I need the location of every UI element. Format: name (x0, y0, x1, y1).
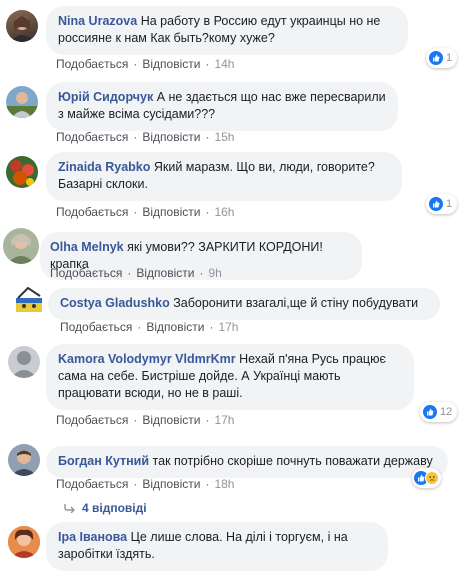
reply-button[interactable]: Відповісти (142, 205, 200, 219)
comment: Kamora Volodymyr VldmrKmr Нехай п'яна Ру… (0, 340, 460, 436)
avatar[interactable] (6, 86, 38, 118)
reply-button[interactable]: Відповісти (142, 413, 200, 427)
comment-actions: Подобається · Відповісти · 17h (56, 413, 235, 427)
comment-actions: Подобається · Відповісти · 16h (56, 205, 235, 219)
like-button[interactable]: Подобається (56, 205, 128, 219)
comment: Юрій Сидорчук А не здається що нас вже п… (0, 78, 460, 148)
reaction-badge[interactable]: 1 (426, 194, 458, 214)
commenter-name[interactable]: Nina Urazova (58, 14, 137, 28)
replies-count-label[interactable]: 4 відповіді (82, 501, 147, 515)
reply-button[interactable]: Відповісти (136, 266, 194, 280)
avatar[interactable] (6, 156, 38, 188)
commenter-name[interactable]: Costya Gladushko (60, 296, 170, 310)
like-icon (429, 197, 443, 211)
like-button[interactable]: Подобається (56, 57, 128, 71)
reaction-count: 12 (440, 406, 453, 418)
timestamp[interactable]: 18h (214, 477, 234, 491)
avatar[interactable] (14, 286, 44, 316)
like-icon (423, 405, 437, 419)
timestamp[interactable]: 17h (218, 320, 238, 334)
timestamp[interactable]: 17h (214, 413, 234, 427)
comment-actions: Подобається · Відповісти · 9h (50, 266, 222, 280)
comment: Zinaida Ryabko Який маразм. Що ви, люди,… (0, 148, 460, 220)
timestamp[interactable]: 16h (214, 205, 234, 219)
comment-text: Заборонити взагалі,ще й стіну побудувати (173, 296, 419, 310)
comment-actions: Подобається · Відповісти · 17h (60, 320, 239, 334)
reply-button[interactable]: Відповісти (142, 477, 200, 491)
timestamp[interactable]: 14h (214, 57, 234, 71)
commenter-name[interactable]: Богдан Кутний (58, 454, 149, 468)
reaction-count: 1 (446, 52, 453, 64)
comment-bubble: Богдан Кутний так потрібно скоріше почну… (46, 446, 448, 478)
like-button[interactable]: Подобається (56, 130, 128, 144)
reply-arrow-icon (64, 504, 75, 514)
comment-actions: Подобається · Відповісти · 15h (56, 130, 235, 144)
comment-text: так потрібно скоріше почнуть поважати де… (152, 454, 433, 468)
reaction-count: 1 (446, 198, 453, 210)
commenter-name[interactable]: Zinaida Ryabko (58, 160, 150, 174)
avatar[interactable] (8, 444, 40, 476)
comment: Olha Melnyk які умови?? ЗАРКИТИ КОРДОНИ!… (0, 222, 460, 280)
comment: Богдан Кутний так потрібно скоріше почну… (0, 440, 460, 515)
avatar[interactable] (6, 10, 38, 42)
timestamp[interactable]: 15h (214, 130, 234, 144)
sad-reaction-icon (425, 471, 439, 485)
comment-bubble: Nina Urazova На работу в Россию едут укр… (46, 6, 408, 55)
avatar[interactable] (8, 526, 40, 558)
avatar[interactable] (3, 228, 39, 264)
like-button[interactable]: Подобається (50, 266, 122, 280)
comment: Іра Іванова Це лише слова. На ділі і тор… (0, 516, 460, 571)
commenter-name[interactable]: Юрій Сидорчук (58, 90, 153, 104)
comment-bubble: Юрій Сидорчук А не здається що нас вже п… (46, 82, 398, 131)
reaction-badge[interactable] (412, 468, 441, 488)
reply-button[interactable]: Відповісти (142, 130, 200, 144)
commenter-name[interactable]: Olha Melnyk (50, 240, 124, 254)
reply-button[interactable]: Відповісти (146, 320, 204, 334)
timestamp[interactable]: 9h (208, 266, 221, 280)
like-icon (429, 51, 443, 65)
comment-actions: Подобається · Відповісти · 14h (56, 57, 235, 71)
view-replies-link[interactable]: 4 відповіді (64, 501, 147, 515)
like-button[interactable]: Подобається (56, 413, 128, 427)
commenter-name[interactable]: Kamora Volodymyr VldmrKmr (58, 352, 236, 366)
avatar[interactable] (8, 346, 40, 378)
comment-bubble: Costya Gladushko Заборонити взагалі,ще й… (48, 288, 440, 320)
comment-bubble: Kamora Volodymyr VldmrKmr Нехай п'яна Ру… (46, 344, 414, 410)
commenter-name[interactable]: Іра Іванова (58, 530, 127, 544)
reaction-badge[interactable]: 1 (426, 48, 458, 68)
comment-bubble: Іра Іванова Це лише слова. На ділі і тор… (46, 522, 388, 571)
reaction-badge[interactable]: 12 (420, 402, 458, 422)
like-button[interactable]: Подобається (56, 477, 128, 491)
like-button[interactable]: Подобається (60, 320, 132, 334)
comment: Costya Gladushko Заборонити взагалі,ще й… (0, 280, 460, 338)
reply-button[interactable]: Відповісти (142, 57, 200, 71)
comment: Nina Urazova На работу в Россию едут укр… (0, 0, 460, 78)
comment-bubble: Zinaida Ryabko Який маразм. Що ви, люди,… (46, 152, 402, 201)
comment-actions: Подобається · Відповісти · 18h (56, 477, 235, 491)
